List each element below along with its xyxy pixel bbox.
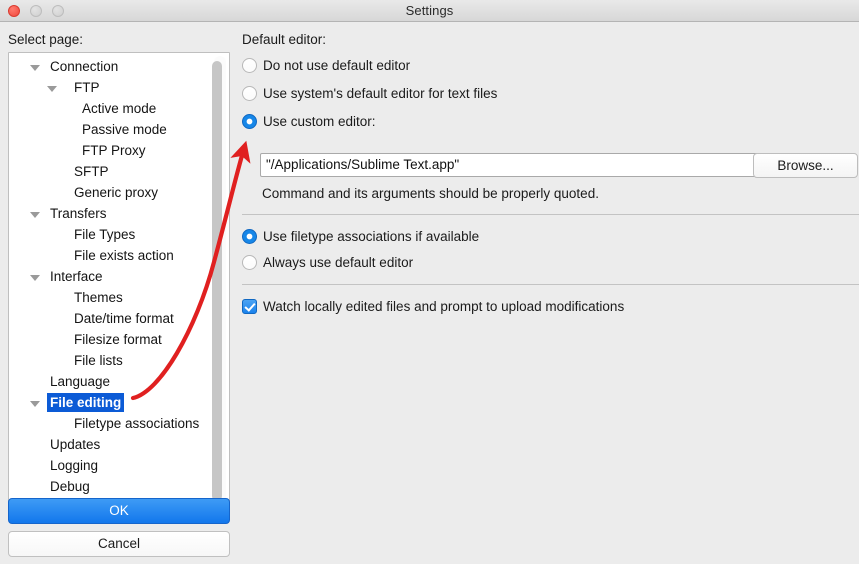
section-divider-1	[242, 214, 859, 215]
tree-item-generic-proxy[interactable]: Generic proxy	[9, 183, 214, 204]
tree-item-label: Debug	[50, 479, 90, 494]
tree-item-transfers[interactable]: Transfers	[9, 204, 214, 225]
tree-item-ftp[interactable]: FTP	[9, 78, 214, 99]
tree-item-filesize-format[interactable]: Filesize format	[9, 330, 214, 351]
tree-item-updates[interactable]: Updates	[9, 435, 214, 456]
tree-item-language[interactable]: Language	[9, 372, 214, 393]
tree-item-logging[interactable]: Logging	[9, 456, 214, 477]
tree-item-file-types[interactable]: File Types	[9, 225, 214, 246]
chevron-down-icon[interactable]	[47, 86, 57, 92]
tree-item-label: File Types	[74, 227, 136, 242]
radio-label: Use filetype associations if available	[263, 229, 480, 244]
tree-item-date-time-format[interactable]: Date/time format	[9, 309, 214, 330]
tree-item-file-lists[interactable]: File lists	[9, 351, 214, 372]
tree-item-label: File lists	[74, 353, 123, 368]
tree-item-label: SFTP	[74, 164, 109, 179]
radio-indicator	[242, 58, 257, 73]
default-editor-label: Default editor:	[242, 32, 327, 47]
radio-label: Always use default editor	[263, 255, 414, 270]
title-bar: Settings	[0, 0, 859, 22]
tree-item-label: File exists action	[74, 248, 174, 263]
tree-item-connection[interactable]: Connection	[9, 57, 214, 78]
tree-scrollbar-track[interactable]	[212, 56, 226, 513]
chevron-down-icon[interactable]	[30, 275, 40, 281]
tree-item-list: Connection FTP Active mode Passive mode FTP …	[9, 57, 214, 498]
tree-item-label: File editing	[47, 393, 125, 412]
tree-item-label: FTP Proxy	[82, 143, 146, 158]
file-editing-settings-panel: Default editor: Do not use default edito…	[240, 22, 859, 564]
chevron-down-icon[interactable]	[30, 65, 40, 71]
chevron-down-icon[interactable]	[30, 212, 40, 218]
tree-item-label: Logging	[50, 458, 99, 473]
tree-item-label: Date/time format	[74, 311, 174, 326]
custom-editor-path-input[interactable]: "/Applications/Sublime Text.app"	[260, 153, 768, 177]
tree-item-ftp-proxy[interactable]: FTP Proxy	[9, 141, 214, 162]
tree-item-debug[interactable]: Debug	[9, 477, 214, 498]
settings-window: Settings Select page: Connection FTP Activ…	[0, 0, 859, 564]
tree-item-label: Updates	[50, 437, 101, 452]
checkbox-label: Watch locally edited files and prompt to…	[263, 299, 625, 314]
tree-item-interface[interactable]: Interface	[9, 267, 214, 288]
radio-indicator	[242, 255, 257, 270]
tree-item-label: FTP	[74, 80, 100, 95]
command-quoting-hint: Command and its arguments should be prop…	[262, 186, 599, 201]
section-divider-2	[242, 284, 859, 285]
tree-item-label: Filetype associations	[74, 416, 200, 431]
tree-item-filetype-associations[interactable]: Filetype associations	[9, 414, 214, 435]
tree-item-file-exists-action[interactable]: File exists action	[9, 246, 214, 267]
settings-page-tree[interactable]: Connection FTP Active mode Passive mode FTP …	[8, 52, 230, 515]
tree-item-label: Active mode	[82, 101, 157, 116]
tree-item-label: Interface	[50, 269, 103, 284]
tree-item-label: Connection	[50, 59, 119, 74]
tree-item-label: Generic proxy	[74, 185, 159, 200]
radio-indicator	[242, 114, 257, 129]
tree-item-passive-mode[interactable]: Passive mode	[9, 120, 214, 141]
radio-label: Do not use default editor	[263, 58, 411, 73]
radio-label: Use system's default editor for text fil…	[263, 86, 498, 101]
tree-item-themes[interactable]: Themes	[9, 288, 214, 309]
select-page-label: Select page:	[8, 32, 84, 47]
tree-scrollbar-thumb[interactable]	[212, 61, 222, 501]
checkbox-indicator	[242, 299, 257, 314]
tree-item-label: Language	[50, 374, 111, 389]
window-title: Settings	[405, 3, 454, 18]
radio-indicator	[242, 229, 257, 244]
tree-item-sftp[interactable]: SFTP	[9, 162, 214, 183]
browse-button[interactable]: Browse...	[753, 153, 858, 178]
chevron-down-icon[interactable]	[30, 401, 40, 407]
cancel-button[interactable]: Cancel	[8, 531, 230, 557]
ok-button[interactable]: OK	[8, 498, 230, 524]
tree-item-label: Filesize format	[74, 332, 162, 347]
tree-item-label: Transfers	[50, 206, 107, 221]
radio-label: Use custom editor:	[263, 114, 376, 129]
tree-item-label: Themes	[74, 290, 123, 305]
tree-item-active-mode[interactable]: Active mode	[9, 99, 214, 120]
dialog-body: Select page: Connection FTP Active mode Pas…	[0, 22, 859, 564]
radio-indicator	[242, 86, 257, 101]
tree-item-file-editing[interactable]: File editing	[9, 393, 214, 414]
tree-item-label: Passive mode	[82, 122, 167, 137]
